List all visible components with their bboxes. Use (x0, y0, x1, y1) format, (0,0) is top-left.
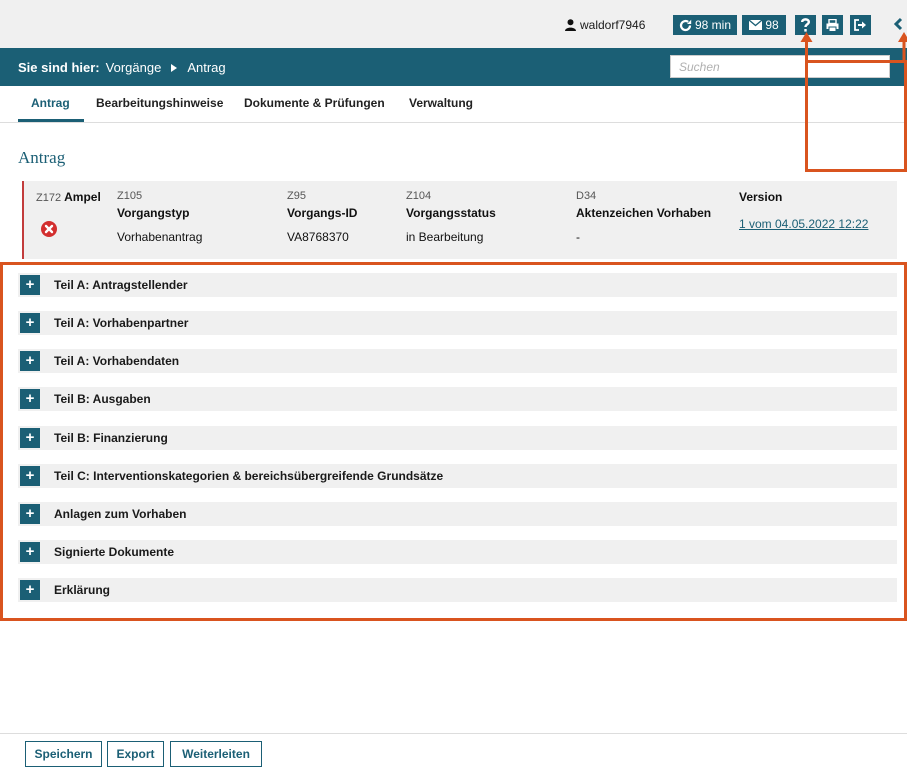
breadcrumb-item-antrag: Antrag (187, 60, 226, 75)
logout-icon (854, 19, 866, 31)
session-timer-button[interactable]: 98 min (673, 15, 737, 35)
section-erklaerung[interactable]: + Erklärung (18, 578, 897, 602)
breadcrumb: Sie sind hier: Vorgänge Antrag (18, 60, 226, 75)
section-teil-a-vorhabendaten[interactable]: + Teil A: Vorhabendaten (18, 349, 897, 373)
refresh-icon (679, 19, 692, 31)
section-title: Teil A: Vorhabendaten (54, 354, 180, 368)
ampel-code: Z172 (36, 192, 62, 204)
version-link[interactable]: 1 vom 04.05.2022 12:22 (739, 217, 868, 231)
section-title: Anlagen zum Vorhaben (54, 507, 187, 521)
vorgangstyp-code: Z105 (117, 190, 143, 202)
tab-bearbeitungshinweise[interactable]: Bearbeitungshinweise (96, 96, 223, 110)
summary-panel: Z172 Ampel Z105 Vorgangstyp Vorhabenantr… (22, 181, 897, 259)
expand-icon[interactable]: + (20, 580, 40, 600)
section-teil-a-antragstellender[interactable]: + Teil A: Antragstellender (18, 273, 897, 297)
expand-icon[interactable]: + (20, 351, 40, 371)
question-icon (801, 18, 810, 32)
expand-icon[interactable]: + (20, 428, 40, 448)
section-title: Teil C: Interventionskategorien & bereic… (54, 469, 444, 483)
annotation-arrows (800, 32, 907, 62)
vorgangsstatus-code: Z104 (406, 190, 432, 202)
aktenzeichen-code: D34 (576, 190, 597, 202)
forward-button[interactable]: Weiterleiten (170, 741, 262, 767)
version-label: Version (739, 190, 783, 204)
vorgangsstatus-value: in Bearbeitung (406, 230, 484, 244)
section-teil-b-ausgaben[interactable]: + Teil B: Ausgaben (18, 387, 897, 411)
ampel-label: Ampel (64, 190, 101, 204)
breadcrumb-separator-icon (171, 63, 178, 72)
vorgangs-id-label: Vorgangs-ID (287, 206, 358, 220)
section-title: Signierte Dokumente (54, 545, 175, 559)
messages-count: 98 (765, 18, 779, 32)
vorgangsstatus-label: Vorgangsstatus (406, 206, 496, 220)
tab-dokumente-pruefungen[interactable]: Dokumente & Prüfungen (244, 96, 385, 110)
page-title: Antrag (18, 148, 66, 167)
save-button[interactable]: Speichern (25, 741, 102, 767)
error-status-icon (41, 221, 57, 237)
username: waldorf7946 (580, 18, 646, 32)
session-timer-label: 98 min (694, 18, 732, 32)
printer-icon (826, 18, 839, 32)
expand-icon[interactable]: + (20, 542, 40, 562)
user-info: waldorf7946 (565, 18, 645, 32)
aktenzeichen-value: - (576, 230, 580, 244)
section-title: Teil B: Ausgaben (54, 392, 151, 406)
section-teil-b-finanzierung[interactable]: + Teil B: Finanzierung (18, 426, 897, 450)
expand-icon[interactable]: + (20, 466, 40, 486)
tab-bar: Antrag Bearbeitungshinweise Dokumente & … (0, 86, 907, 123)
expand-icon[interactable]: + (20, 504, 40, 524)
tab-antrag[interactable]: Antrag (31, 96, 70, 110)
expand-icon[interactable]: + (20, 389, 40, 409)
vorgangs-id-value: VA8768370 (287, 230, 349, 244)
section-title: Teil B: Finanzierung (54, 431, 168, 445)
section-anlagen-zum-vorhaben[interactable]: + Anlagen zum Vorhaben (18, 502, 897, 526)
chevron-left-icon (893, 17, 903, 31)
envelope-icon (749, 20, 763, 30)
vorgangs-id-code: Z95 (287, 190, 306, 202)
section-teil-c-interventionskategorien[interactable]: + Teil C: Interventionskategorien & bere… (18, 464, 897, 488)
messages-button[interactable]: 98 (742, 15, 786, 35)
breadcrumb-item-vorgaenge[interactable]: Vorgänge (106, 60, 162, 75)
section-teil-a-vorhabenpartner[interactable]: + Teil A: Vorhabenpartner (18, 311, 897, 335)
vorgangstyp-label: Vorgangstyp (117, 206, 190, 220)
expand-icon[interactable]: + (20, 275, 40, 295)
active-tab-indicator (18, 119, 84, 122)
section-title: Teil A: Antragstellender (54, 278, 188, 292)
section-title: Erklärung (54, 583, 111, 597)
expand-icon[interactable]: + (20, 313, 40, 333)
vorgangstyp-value: Vorhabenantrag (117, 230, 203, 244)
export-button[interactable]: Export (107, 741, 164, 767)
footer-divider (0, 733, 907, 734)
ampel-header: Z172 Ampel (36, 190, 101, 204)
user-icon (565, 19, 576, 31)
collapse-panel-button[interactable] (893, 17, 907, 33)
section-title: Teil A: Vorhabenpartner (54, 316, 189, 330)
tab-verwaltung[interactable]: Verwaltung (409, 96, 473, 110)
breadcrumb-prefix: Sie sind hier: (18, 60, 100, 75)
aktenzeichen-label: Aktenzeichen Vorhaben (576, 206, 712, 220)
section-signierte-dokumente[interactable]: + Signierte Dokumente (18, 540, 897, 564)
